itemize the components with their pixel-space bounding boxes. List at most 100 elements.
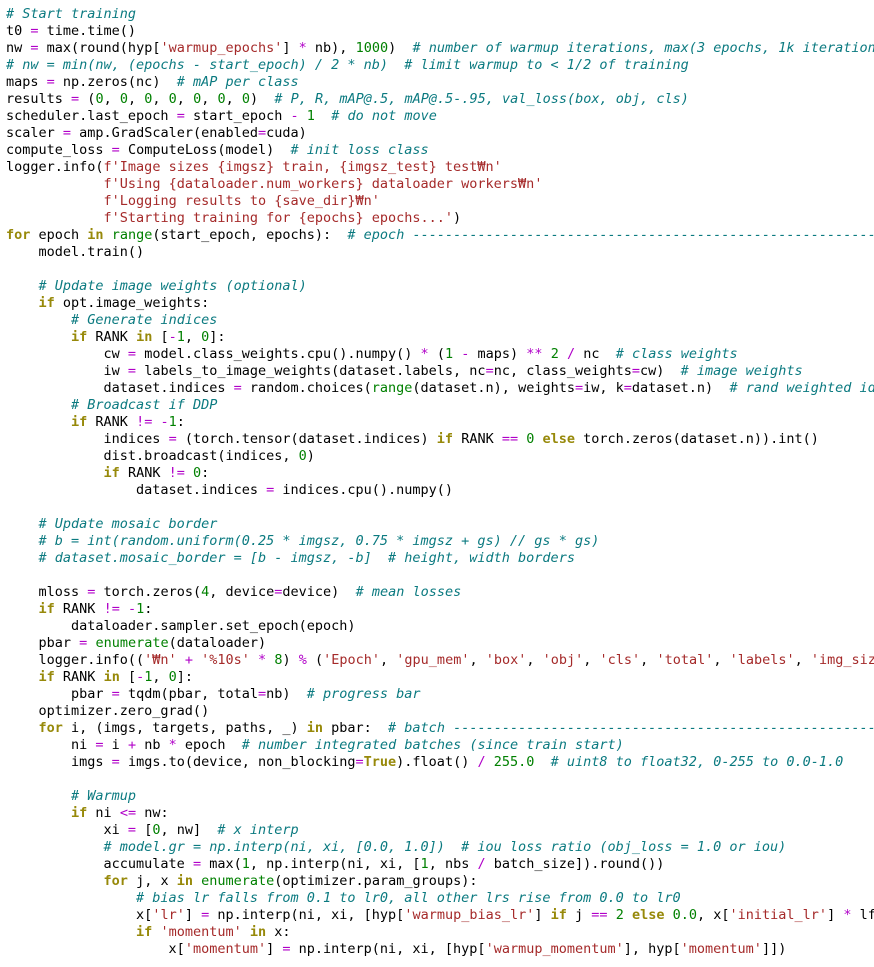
code-line: ni = i + nb * epoch # number integrated …	[6, 737, 874, 754]
token-number: 0	[298, 448, 307, 464]
token-op: =	[30, 23, 39, 39]
token-plain: indices	[6, 431, 169, 447]
token-string: 'initial_lr'	[729, 907, 828, 923]
token-string: 'Epoch'	[323, 652, 381, 668]
code-line: model.train()	[6, 244, 874, 261]
token-plain: xi	[6, 822, 128, 838]
token-string: 'lr'	[152, 907, 185, 923]
token-comment: # uint8 to float32, 0-255 to 0.0-1.0	[550, 754, 844, 770]
token-op: !=	[103, 601, 120, 617]
token-plain: nb),	[306, 40, 356, 56]
token-op: =	[127, 822, 137, 838]
token-keyword: if	[71, 329, 88, 345]
token-comment: # init loss class	[290, 142, 429, 158]
token-op: =	[111, 686, 120, 702]
token-comment: # Update image weights (optional)	[38, 278, 307, 294]
token-number: 0	[168, 91, 177, 107]
token-op: =	[574, 380, 584, 396]
token-keyword: in	[306, 720, 324, 736]
code-line: t0 = time.time()	[6, 23, 874, 40]
token-plain: i	[103, 737, 128, 753]
token-keyword: in	[103, 669, 120, 685]
token-plain: j, x	[127, 873, 177, 889]
token-comment: # epoch --------------------------------…	[347, 227, 874, 243]
token-plain: opt.image_weights:	[54, 295, 210, 311]
token-plain: start_epoch	[184, 108, 291, 124]
code-editor[interactable]: # Start training t0 = time.time() nw = max…	[0, 0, 874, 967]
token-plain: , nbs	[428, 856, 478, 872]
token-keyword: else	[631, 907, 665, 923]
code-line: f'Using {dataloader.num_workers} dataloa…	[6, 176, 874, 193]
token-plain: )	[388, 40, 413, 56]
token-string: f'Logging results to {save_dir}₩n'	[103, 193, 380, 209]
token-string: '%10s'	[201, 652, 250, 668]
token-op: -	[127, 601, 137, 617]
token-plain: time.time()	[38, 23, 137, 39]
token-plain: epoch	[176, 737, 242, 753]
token-plain: , x[	[697, 907, 730, 923]
code-line: for epoch in range(start_epoch, epochs):…	[6, 227, 874, 244]
token-plain: logger.info(	[6, 159, 104, 175]
code-line: dataset.indices = random.choices(range(d…	[6, 380, 874, 397]
token-op: /	[566, 346, 576, 362]
token-op: -	[290, 108, 299, 124]
code-line: pbar = tqdm(pbar, total=nb) # progress b…	[6, 686, 874, 703]
token-op: -	[136, 669, 145, 685]
token-plain: maps)	[469, 346, 527, 362]
token-string: 'obj'	[542, 652, 584, 668]
token-op: -	[168, 329, 177, 345]
token-plain: max(	[201, 856, 242, 872]
token-string: '₩n'	[144, 652, 177, 668]
token-keyword: for	[6, 227, 31, 243]
token-string: 'labels'	[729, 652, 795, 668]
token-string: 'warmup_momentum'	[485, 941, 624, 957]
token-plain: iw, k	[583, 380, 624, 396]
token-plain: dist.broadcast(indices,	[6, 448, 299, 464]
token-plain: max(round(hyp[	[38, 40, 161, 56]
token-keyword: True	[363, 754, 397, 770]
token-comment: # mean losses	[355, 584, 462, 600]
token-plain: ]	[534, 907, 551, 923]
token-number: 4	[201, 584, 210, 600]
token-plain: scaler	[6, 125, 63, 141]
token-comment: # progress bar	[306, 686, 421, 702]
token-plain: (start_epoch, epochs):	[152, 227, 348, 243]
token-op: =	[46, 74, 55, 90]
token-op: =	[257, 686, 267, 702]
code-line: if RANK != -1:	[6, 414, 874, 431]
token-op: *	[168, 737, 177, 753]
token-comment: # number of warmup iterations, max(3 epo…	[412, 40, 874, 56]
token-op: =	[631, 363, 641, 379]
token-op: =	[127, 346, 137, 362]
token-string: 'momentum'	[184, 941, 267, 957]
token-plain: )	[306, 448, 315, 464]
token-keyword: in	[249, 924, 267, 940]
token-plain: ,	[127, 91, 145, 107]
token-plain: ]:	[176, 669, 194, 685]
token-comment: # number integrated batches (since train…	[241, 737, 624, 753]
token-plain: ]:	[209, 329, 226, 345]
token-keyword: if	[71, 805, 88, 821]
token-op: =	[71, 91, 80, 107]
code-line: # Generate indices	[6, 312, 874, 329]
token-op: =	[127, 363, 137, 379]
code-line: # b = int(random.uniform(0.25 * imgsz, 0…	[6, 533, 874, 550]
token-plain: , device	[209, 584, 275, 600]
code-line: iw = labels_to_image_weights(dataset.lab…	[6, 363, 874, 380]
token-number: 0	[193, 465, 202, 481]
token-op: =	[201, 907, 210, 923]
token-plain: ,	[640, 652, 657, 668]
token-comment: # batch --------------------------------…	[388, 720, 874, 736]
token-op: =	[266, 482, 275, 498]
code-line: dataloader.sampler.set_epoch(epoch)	[6, 618, 874, 635]
